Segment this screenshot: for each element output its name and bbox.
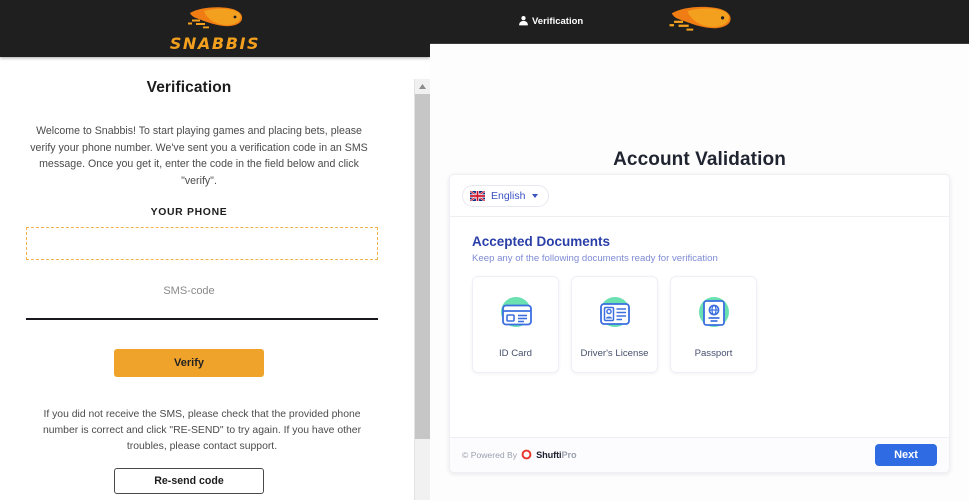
verification-status-tag: Verification bbox=[518, 15, 583, 29]
powered-by-label: © Powered By bbox=[462, 450, 518, 460]
language-row: English bbox=[450, 175, 949, 217]
accepted-documents-subheading: Keep any of the following documents read… bbox=[472, 253, 718, 264]
intro-text: Welcome to Snabbis! To start playing gam… bbox=[30, 125, 368, 188]
user-icon bbox=[518, 15, 529, 29]
document-option-passport[interactable]: Passport bbox=[670, 276, 757, 373]
document-option-drivers-license[interactable]: Driver's License bbox=[571, 276, 658, 373]
accepted-documents-heading: Accepted Documents bbox=[472, 234, 611, 249]
snabbis-bird-mark-icon bbox=[665, 4, 735, 39]
document-grid: ID Card Driver's License Passport bbox=[472, 276, 927, 373]
sms-code-label: SMS-code bbox=[163, 284, 215, 297]
document-option-label: Passport bbox=[694, 347, 733, 359]
shufti-brand-suffix: Pro bbox=[561, 450, 577, 460]
account-validation-title: Account Validation bbox=[613, 149, 786, 170]
scroll-up-arrow-icon[interactable] bbox=[415, 79, 430, 94]
drivers-license-icon bbox=[592, 291, 638, 337]
page-title: Verification bbox=[146, 79, 232, 96]
snabbis-wordmark: SNABBIS bbox=[169, 34, 261, 53]
left-scroll-body: Verification Welcome to Snabbis! To star… bbox=[0, 79, 430, 500]
resend-help-text: If you did not receive the SMS, please c… bbox=[42, 408, 362, 453]
powered-by-block: © Powered By ShuftiPro bbox=[462, 449, 577, 462]
left-content: Verification Welcome to Snabbis! To star… bbox=[0, 79, 378, 500]
left-header-bar: SNABBIS bbox=[0, 0, 430, 57]
snabbis-bird-mark-icon bbox=[184, 5, 246, 35]
validation-body: Account Validation English Accepted Docu… bbox=[430, 44, 969, 501]
verify-button[interactable]: Verify bbox=[114, 348, 264, 377]
document-option-id-card[interactable]: ID Card bbox=[472, 276, 559, 373]
document-option-label: ID Card bbox=[498, 347, 533, 359]
screen-root: SNABBIS Verification Welcome to Snabbis!… bbox=[0, 0, 969, 501]
next-button[interactable]: Next bbox=[875, 444, 937, 466]
validation-card: English Accepted Documents Keep any of t… bbox=[449, 174, 950, 473]
language-label: English bbox=[491, 190, 526, 202]
snabbis-logo: SNABBIS bbox=[170, 5, 260, 52]
right-header-bar: Verification bbox=[430, 0, 969, 44]
sms-code-input[interactable] bbox=[26, 301, 378, 320]
vertical-scrollbar[interactable] bbox=[414, 79, 430, 500]
scrollbar-thumb[interactable] bbox=[415, 94, 430, 439]
shufti-brand-main: Shufti bbox=[536, 450, 562, 460]
passport-icon bbox=[691, 291, 737, 337]
id-card-icon bbox=[493, 291, 539, 337]
language-selector[interactable]: English bbox=[462, 185, 550, 207]
phone-field-label: YOUR PHONE bbox=[150, 206, 228, 218]
document-option-label: Driver's License bbox=[580, 347, 649, 359]
verification-tag-label: Verification bbox=[532, 16, 584, 27]
snabbis-verification-panel: SNABBIS Verification Welcome to Snabbis!… bbox=[0, 0, 430, 500]
resend-code-button[interactable]: Re-send code bbox=[114, 468, 264, 495]
card-footer: © Powered By ShuftiPro Next bbox=[450, 437, 949, 472]
shufti-brand: ShuftiPro bbox=[536, 450, 577, 460]
accepted-documents-section: Accepted Documents Keep any of the follo… bbox=[450, 217, 949, 437]
right-snabbis-logo bbox=[430, 4, 969, 39]
phone-input[interactable] bbox=[26, 226, 378, 260]
uk-flag-icon bbox=[470, 191, 485, 201]
account-validation-panel: Verification Account Validation English … bbox=[430, 0, 969, 501]
chevron-down-icon bbox=[532, 194, 539, 198]
shufti-ring-icon bbox=[521, 449, 532, 462]
